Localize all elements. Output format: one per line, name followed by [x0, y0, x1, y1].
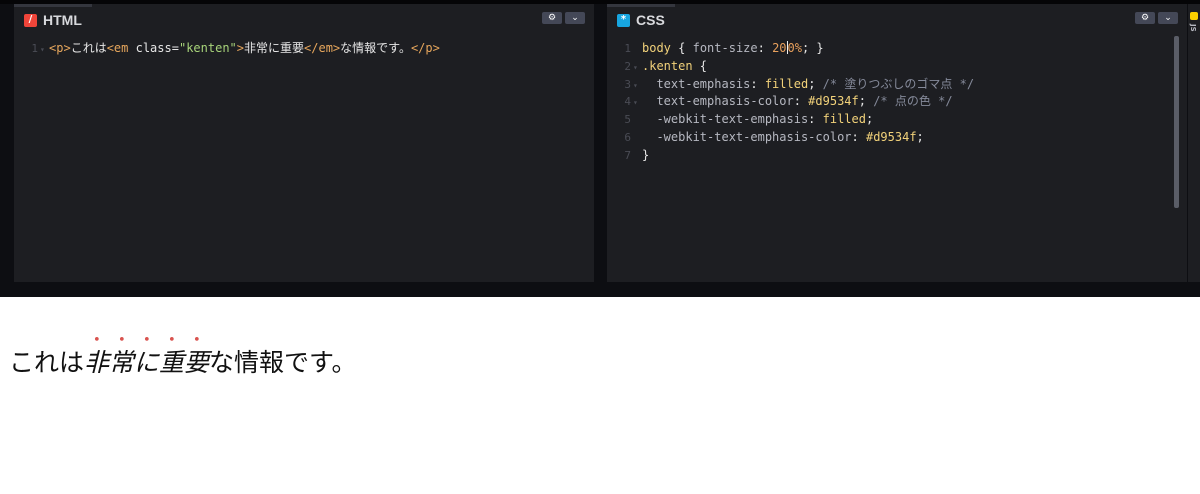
result-preview: これは非常に重要な情報です。 [0, 297, 1200, 494]
code-token: : [851, 129, 866, 144]
code-token: ; [865, 112, 874, 127]
code-line[interactable]: 2 ▾ .kenten { [607, 58, 1187, 76]
code-text: } [642, 147, 649, 165]
fold-arrow-icon[interactable]: ▾ [40, 41, 45, 59]
css-tab[interactable]: * CSS [607, 4, 675, 33]
css-scrollbar[interactable] [1174, 36, 1179, 208]
code-token: : [793, 94, 809, 109]
chevron-down-icon: ⌄ [1164, 12, 1172, 23]
chevron-down-icon: ⌄ [571, 12, 579, 23]
editor-area: / HTML ⚙ ⌄ 1 ▾ <p>これは<em class="kenten">非常… [0, 0, 1200, 297]
code-token: <p> [49, 41, 71, 55]
code-token: filled [822, 112, 866, 127]
css-collapse-button[interactable]: ⌄ [1158, 12, 1178, 24]
css-editor-panel[interactable]: * CSS ⚙ ⌄ 1 body { font-size: 200%; } 2 ▾ .k… [607, 4, 1187, 282]
code-token: : [757, 41, 773, 55]
fold-arrow-icon[interactable]: ▾ [633, 94, 638, 112]
code-token: filled [764, 76, 809, 91]
css-settings-button[interactable]: ⚙ [1135, 12, 1155, 24]
code-token: #d9534f [865, 129, 917, 144]
js-icon [1190, 12, 1198, 20]
code-token: -webkit-text-emphasis [642, 112, 809, 127]
result-text-before: これは [9, 348, 85, 377]
fold-arrow-icon[interactable]: ▾ [633, 59, 638, 77]
code-token: -webkit-text-emphasis-color [642, 129, 852, 144]
kenten-emphasis: 非常に重要 [84, 348, 210, 377]
result-paragraph: これは非常に重要な情報です。 [9, 333, 357, 379]
code-token: > [236, 41, 244, 55]
html-settings-button[interactable]: ⚙ [542, 12, 562, 24]
code-token: text-emphasis-color [642, 94, 794, 109]
code-line[interactable]: 4 ▾ text-emphasis-color: #d9534f; /* 点の色 … [607, 93, 1187, 111]
code-text: <p>これは<em class="kenten">非常に重要</em>な情報です… [49, 40, 440, 58]
code-token: ; [916, 129, 924, 144]
code-token: /* 点の色 */ [873, 94, 953, 109]
code-text: body { font-size: 200%; } [642, 40, 824, 58]
line-number: 1 [31, 42, 38, 55]
code-token: text-emphasis [642, 76, 751, 91]
code-line[interactable]: 3 ▾ text-emphasis: filled; /* 塗りつぶしのゴマ点 *… [607, 76, 1187, 94]
code-token: : [808, 112, 823, 127]
line-number: 7 [624, 148, 631, 162]
code-text: text-emphasis-color: #d9534f; /* 点の色 */ [642, 93, 953, 111]
asterisk-icon: * [617, 13, 630, 27]
code-token: /* 塗りつぶしのゴマ点 */ [822, 76, 975, 91]
code-token: class= [135, 41, 179, 55]
js-tab-label: JS [1189, 24, 1197, 32]
code-text: text-emphasis: filled; /* 塗りつぶしのゴマ点 */ [642, 76, 974, 94]
panel-divider[interactable] [594, 4, 607, 282]
code-text: -webkit-text-emphasis-color: #d9534f; [642, 129, 924, 147]
css-code-area[interactable]: 1 body { font-size: 200%; } 2 ▾ .kenten {3 ▾ … [607, 40, 1187, 165]
line-number: 2 [624, 59, 631, 73]
code-token: </em> [304, 41, 341, 55]
gear-icon: ⚙ [547, 12, 557, 23]
code-text: -webkit-text-emphasis: filled; [642, 111, 873, 129]
html-collapse-button[interactable]: ⌄ [565, 12, 585, 24]
code-token: ; } [801, 41, 824, 55]
code-line[interactable]: 1 ▾ <p>これは<em class="kenten">非常に重要</em>な情報… [14, 40, 594, 58]
line-number: 6 [624, 130, 631, 144]
code-token: な情報です。 [340, 41, 411, 55]
code-token: body [642, 41, 671, 55]
css-panel-header: * CSS ⚙ ⌄ [607, 4, 1187, 33]
html-editor-panel[interactable]: / HTML ⚙ ⌄ 1 ▾ <p>これは<em class="kenten">非常… [14, 4, 594, 282]
code-token: : [750, 76, 765, 91]
code-token: </p> [410, 41, 440, 55]
code-token: ; [858, 94, 874, 109]
code-line[interactable]: 1 body { font-size: 200%; } [607, 40, 1187, 58]
code-token: 0% [787, 41, 802, 55]
code-token: ; [808, 76, 823, 91]
code-token: "kenten" [178, 41, 237, 55]
code-token: } [642, 147, 650, 162]
code-token: { [670, 41, 693, 55]
code-line[interactable]: 6 -webkit-text-emphasis-color: #d9534f; [607, 129, 1187, 147]
code-token: #d9534f [808, 94, 859, 109]
slash-icon: / [24, 13, 37, 27]
line-number: 4 [624, 95, 631, 109]
code-token: { [692, 58, 708, 73]
code-token: <em [106, 41, 136, 55]
gear-icon: ⚙ [1140, 12, 1150, 23]
code-text: .kenten { [642, 58, 707, 76]
code-token: 非常に重要 [244, 41, 305, 55]
code-line[interactable]: 5 -webkit-text-emphasis: filled; [607, 111, 1187, 129]
code-token: これは [70, 41, 107, 55]
html-panel-header: / HTML ⚙ ⌄ [14, 4, 594, 33]
code-token: font-size [692, 41, 758, 55]
html-tab[interactable]: / HTML [14, 4, 92, 33]
js-editor-panel-collapsed[interactable]: JS [1188, 4, 1200, 282]
code-token: 20 [772, 41, 787, 55]
line-number: 5 [624, 113, 631, 127]
line-number: 3 [624, 77, 631, 91]
result-text-after: な情報です。 [209, 348, 357, 377]
code-line[interactable]: 7} [607, 147, 1187, 165]
html-code-area[interactable]: 1 ▾ <p>これは<em class="kenten">非常に重要</em>な情報… [14, 40, 594, 58]
css-tab-label: CSS [636, 12, 665, 28]
html-tab-label: HTML [43, 12, 82, 28]
code-token: .kenten [642, 58, 693, 73]
fold-arrow-icon[interactable]: ▾ [633, 77, 638, 95]
line-number: 1 [624, 42, 631, 55]
